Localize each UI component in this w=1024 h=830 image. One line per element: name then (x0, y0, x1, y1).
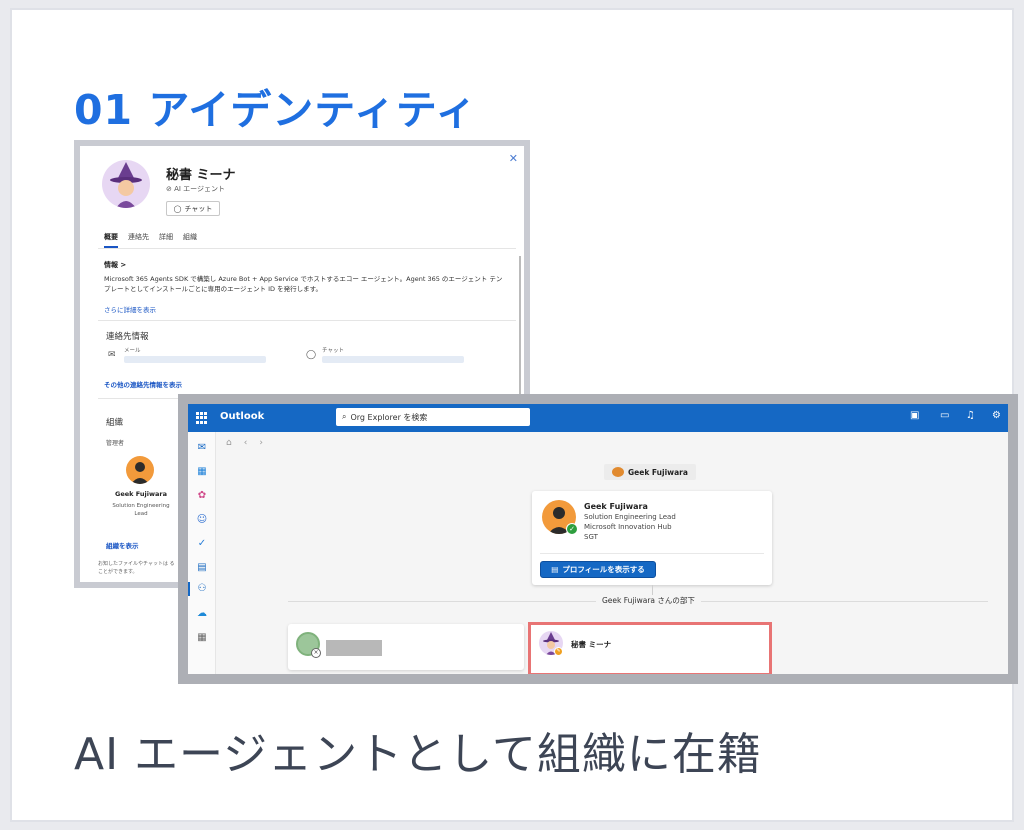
forward-icon[interactable]: › (259, 438, 263, 448)
copilot-icon[interactable]: ✿ (195, 490, 209, 502)
divider (540, 553, 764, 554)
whiteboard-icon[interactable]: ▭ (940, 410, 949, 421)
view-profile-button[interactable]: ▤ プロフィールを表示する (540, 561, 656, 578)
agent-tag: ⊘ AI エージェント (166, 185, 226, 193)
manager-pill-label: Geek Fujiwara (628, 467, 688, 477)
mail-icon: ✉ (108, 350, 116, 360)
redacted-name (326, 640, 382, 656)
search-icon: ⌕ (342, 412, 347, 421)
reports-label: Geek Fujiwara さんの部下 (596, 595, 701, 606)
mail-value-blurred[interactable] (124, 356, 266, 363)
mail-label: メール (124, 348, 141, 354)
chat-button[interactable]: ◯ チャット (166, 201, 220, 216)
info-text: Microsoft 365 Agents SDK で構築し Azure Bot … (104, 275, 503, 293)
gear-icon[interactable]: ⚙ (992, 410, 1001, 421)
chat-button-label: チャット (184, 204, 213, 213)
org-explorer-icon[interactable]: ⚇ (195, 583, 209, 595)
home-icon[interactable]: ⌂ (226, 438, 232, 448)
teams-icon[interactable]: ▣ (910, 410, 919, 421)
agent-avatar (102, 160, 150, 208)
org-heading: 組織 (106, 418, 124, 428)
outlook-screenshot: Outlook ⌕ Org Explorer を検索 ▣ ▭ ♫ ⚙ ✉ ▦ ✿ … (178, 394, 1018, 684)
agent-report-card[interactable]: ✎ 秘書 ミーナ (528, 622, 772, 674)
tab-contact[interactable]: 連絡先 (128, 232, 149, 248)
person-dept: Microsoft Innovation Hub (584, 523, 672, 531)
close-icon[interactable]: ✕ (509, 152, 518, 165)
status-icon: × (311, 648, 321, 658)
view-org-link[interactable]: 組織を表示 (106, 540, 139, 550)
slide: 01 アイデンティティ ✕ 秘書 ミーナ ⊘ AI エージェント ◯ チャット 概… (10, 8, 1018, 822)
more-apps-icon[interactable]: ▦ (195, 632, 209, 644)
info-heading[interactable]: 情報 > (104, 260, 126, 270)
manager-title: Solution Engineering Lead (112, 503, 170, 517)
profile-card-icon: ▤ (551, 565, 559, 574)
chat-label: チャット (322, 348, 344, 354)
agent-badge-icon: ✎ (554, 647, 563, 656)
nav-controls: ⌂ ‹ › (226, 438, 263, 448)
tab-details[interactable]: 詳細 (159, 232, 173, 248)
outlook-header: Outlook ⌕ Org Explorer を検索 ▣ ▭ ♫ ⚙ (188, 404, 1008, 432)
person-card: ✓ Geek Fujiwara Solution Engineering Lea… (532, 491, 772, 585)
search-placeholder: Org Explorer を検索 (350, 412, 428, 422)
avatar (612, 467, 624, 477)
agent-report-name: 秘書 ミーナ (571, 640, 612, 649)
manager-label: 管理者 (106, 440, 125, 447)
report-card[interactable]: × (288, 624, 524, 670)
person-avatar-icon (131, 462, 149, 484)
app-name: Outlook (220, 411, 265, 422)
person-title: Solution Engineering Lead (584, 513, 676, 521)
app-launcher-icon[interactable] (196, 412, 208, 424)
available-status-icon: ✓ (566, 523, 578, 535)
back-icon[interactable]: ‹ (244, 438, 248, 448)
outlook-window: Outlook ⌕ Org Explorer を検索 ▣ ▭ ♫ ⚙ ✉ ▦ ✿ … (188, 404, 1008, 674)
files-icon[interactable]: ▤ (195, 562, 209, 574)
agent-tag-label: AI エージェント (174, 185, 226, 193)
tab-overview[interactable]: 概要 (104, 232, 118, 248)
person-org: SGT (584, 533, 598, 541)
manager-pill[interactable]: Geek Fujiwara (604, 464, 696, 480)
chat-icon: ◯ (173, 204, 182, 213)
agent-name: 秘書 ミーナ (166, 168, 236, 183)
search-input[interactable]: ⌕ Org Explorer を検索 (336, 408, 530, 426)
manager-name[interactable]: Geek Fujiwara (106, 490, 176, 498)
slide-title: 01 アイデンティティ (74, 86, 478, 134)
bell-icon[interactable]: ♫ (966, 410, 975, 421)
manager-avatar[interactable] (126, 456, 154, 484)
show-more-link[interactable]: さらに詳細を表示 (104, 304, 156, 314)
todo-icon[interactable]: ✓ (195, 538, 209, 550)
active-indicator (188, 582, 190, 596)
more-contact-link[interactable]: その他の連絡先情報を表示 (104, 379, 182, 389)
app-rail: ✉ ▦ ✿ ☺ ✓ ▤ ⚇ ☁ ▦ (188, 432, 216, 674)
mail-icon[interactable]: ✉ (195, 442, 209, 454)
footer-note: お知したファイルやチャットは ることができます。 (98, 561, 175, 575)
chat-icon: ◯ (306, 350, 317, 360)
calendar-icon[interactable]: ▦ (195, 466, 209, 478)
profile-tabs: 概要 連絡先 詳細 組織 (104, 232, 197, 248)
tab-org[interactable]: 組織 (183, 232, 197, 248)
view-profile-label: プロフィールを表示する (562, 565, 645, 574)
connector (652, 585, 653, 595)
chat-value-blurred[interactable] (322, 356, 464, 363)
divider (98, 320, 516, 321)
onedrive-icon[interactable]: ☁ (195, 608, 209, 620)
person-name: Geek Fujiwara (584, 502, 648, 511)
witch-avatar-icon (110, 162, 142, 208)
contact-heading: 連絡先情報 (106, 332, 149, 342)
slide-subtitle: AI エージェントとして組織に在籍 (74, 729, 762, 780)
divider (98, 248, 516, 249)
people-icon[interactable]: ☺ (195, 514, 209, 526)
org-explorer-main: ⌂ ‹ › Geek Fujiwara ✓ Geek Fujiwara Solu… (216, 432, 1008, 674)
